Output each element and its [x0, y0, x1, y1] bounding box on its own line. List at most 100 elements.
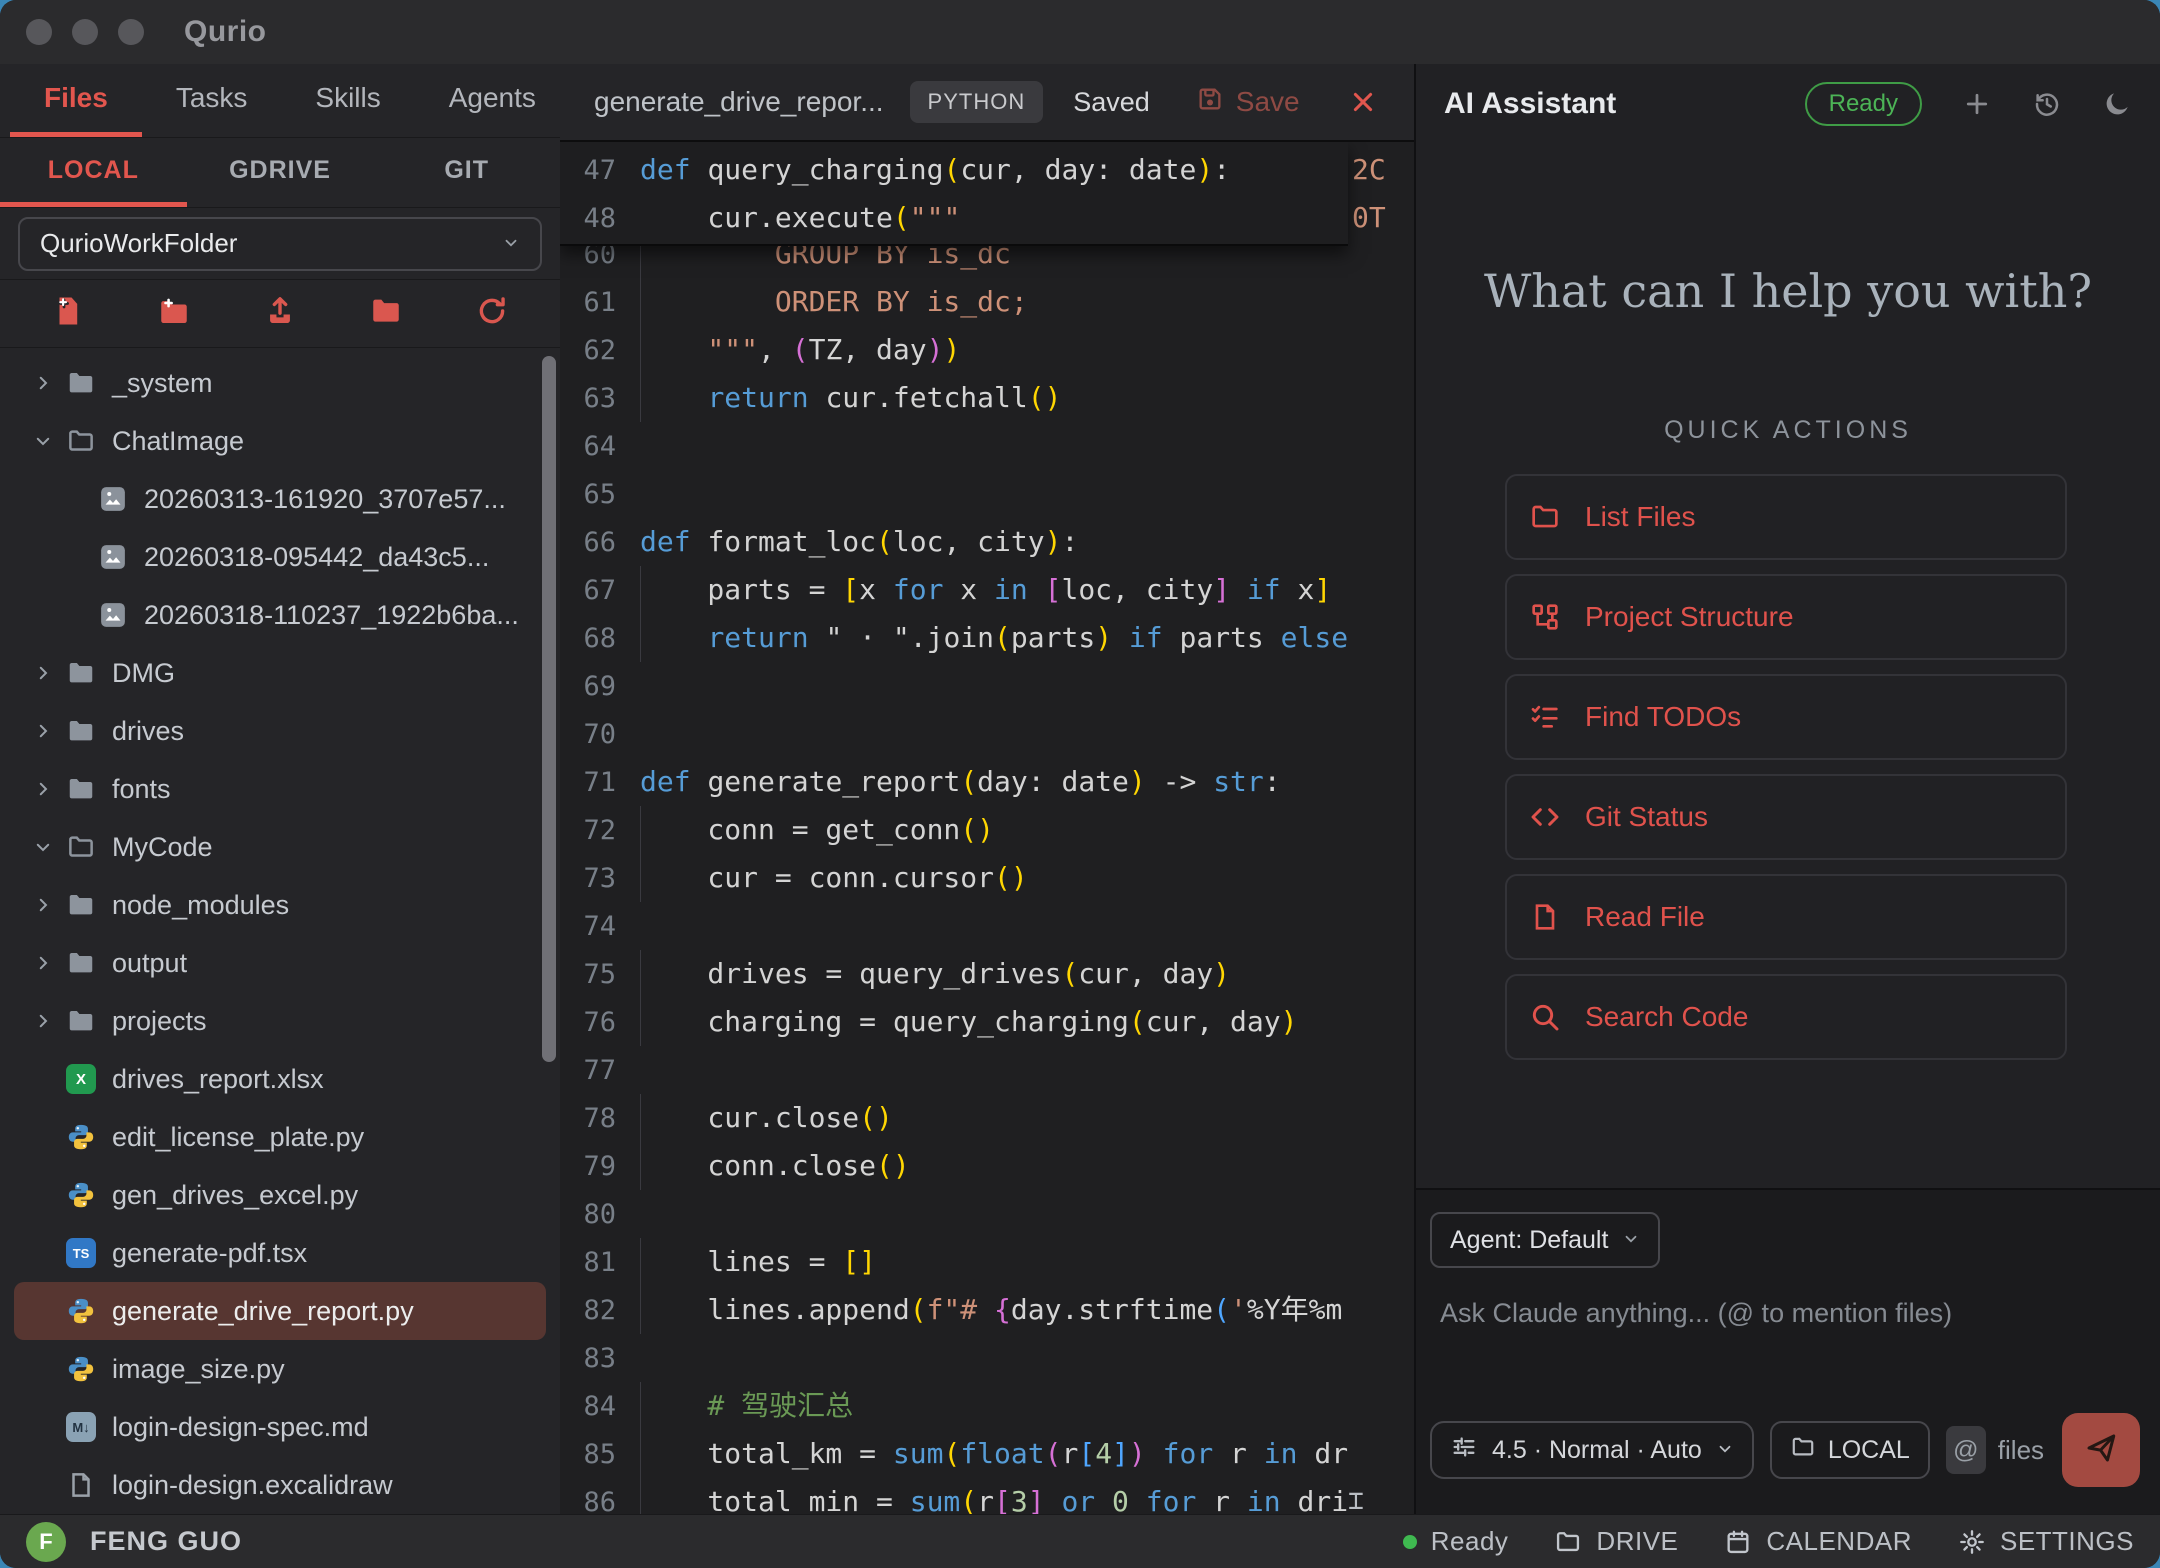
send-button[interactable]: [2062, 1413, 2140, 1487]
tree-folder-drives[interactable]: drives: [14, 702, 546, 760]
folder-select-row: QurioWorkFolder: [0, 208, 560, 280]
upload-button[interactable]: [260, 294, 300, 334]
tree-file-generate-pdf.tsx[interactable]: TSgenerate-pdf.tsx: [14, 1224, 546, 1282]
line-number: 85: [560, 1439, 640, 1470]
editor-pane: generate_drive_repor... PYTHON Saved Sav…: [560, 64, 1414, 1514]
status-bar-right: ReadyDRIVECALENDARSETTINGS: [1403, 1526, 2134, 1557]
model-selector-button[interactable]: 4.5 · Normal · Auto: [1430, 1421, 1754, 1479]
folder-icon: [1790, 1434, 1816, 1467]
source-tab-git[interactable]: GIT: [373, 138, 560, 207]
save-button[interactable]: Save: [1196, 85, 1300, 120]
qa-todos-icon: [1529, 701, 1561, 733]
tree-folder-_system[interactable]: _system: [14, 354, 546, 412]
folder-open-icon: [64, 830, 98, 864]
code-line-81: 81 lines = []: [560, 1238, 1414, 1286]
code-line-65: 65: [560, 470, 1414, 518]
qa-file-icon: [1529, 901, 1561, 933]
quick-action-project-structure[interactable]: Project Structure: [1505, 574, 2067, 660]
editor-tab-filename[interactable]: generate_drive_repor...: [594, 86, 884, 118]
quick-action-find-todos[interactable]: Find TODOs: [1505, 674, 2067, 760]
qa-search-icon: [1529, 1001, 1561, 1033]
file-toolbar: [0, 280, 560, 348]
tree-file-20260318-110237_1922b6ba...[interactable]: 20260318-110237_1922b6ba...: [14, 586, 546, 644]
tree-file-generate_drive_report.py[interactable]: generate_drive_report.py: [14, 1282, 546, 1340]
quick-action-list-files[interactable]: List Files: [1505, 474, 2067, 560]
tree-file-login-design.excalidraw[interactable]: login-design.excalidraw: [14, 1456, 546, 1514]
tree-file-gen_drives_excel.py[interactable]: gen_drives_excel.py: [14, 1166, 546, 1224]
line-number: 62: [560, 335, 640, 366]
chevron-down-icon: [502, 228, 520, 259]
tree-item-label: 20260313-161920_3707e57...: [144, 484, 506, 515]
dark-mode-icon[interactable]: [2102, 89, 2132, 119]
new-file-button[interactable]: [48, 294, 88, 334]
minimize-window-button[interactable]: [72, 19, 98, 45]
chevron-down-icon: [26, 432, 60, 450]
quick-action-read-file[interactable]: Read File: [1505, 874, 2067, 960]
refresh-button[interactable]: [472, 294, 512, 334]
tree-folder-projects[interactable]: projects: [14, 992, 546, 1050]
tree-folder-fonts[interactable]: fonts: [14, 760, 546, 818]
avatar[interactable]: F: [26, 1522, 66, 1562]
new-folder-button[interactable]: [154, 294, 194, 334]
tree-folder-node_modules[interactable]: node_modules: [14, 876, 546, 934]
quick-action-search-code[interactable]: Search Code: [1505, 974, 2067, 1060]
python-icon: [64, 1178, 98, 1212]
source-tab-local[interactable]: LOCAL: [0, 138, 187, 207]
source-tabs: LOCALGDRIVEGIT: [0, 138, 560, 208]
new-chat-button[interactable]: [1962, 89, 1992, 119]
tree-item-label: drives: [112, 716, 184, 747]
history-icon[interactable]: [2032, 89, 2062, 119]
quick-action-label: List Files: [1585, 501, 1695, 533]
context-source-button[interactable]: LOCAL: [1770, 1421, 1930, 1479]
workfolder-select[interactable]: QurioWorkFolder: [18, 217, 542, 271]
tree-folder-MyCode[interactable]: MyCode: [14, 818, 546, 876]
mention-chip[interactable]: @: [1946, 1426, 1986, 1474]
tree-item-label: DMG: [112, 658, 175, 689]
chat-input[interactable]: Ask Claude anything... (@ to mention fil…: [1440, 1298, 1952, 1329]
tree-file-image_size.py[interactable]: image_size.py: [14, 1340, 546, 1398]
code-line-63: 63 return cur.fetchall(): [560, 374, 1414, 422]
code-line-68: 68 return " · ".join(parts) if parts els…: [560, 614, 1414, 662]
folder-filled-icon: [64, 714, 98, 748]
quick-action-git-status[interactable]: Git Status: [1505, 774, 2067, 860]
tab-tasks[interactable]: Tasks: [142, 64, 282, 137]
tree-folder-ChatImage[interactable]: ChatImage: [14, 412, 546, 470]
close-tab-icon[interactable]: [1350, 89, 1376, 115]
floppy-icon: [1196, 85, 1224, 120]
drive-button[interactable]: DRIVE: [1554, 1526, 1678, 1557]
tree-folder-output[interactable]: output: [14, 934, 546, 992]
quick-action-label: Read File: [1585, 901, 1705, 933]
tree-item-label: login-design-spec.md: [112, 1412, 369, 1443]
workfolder-value: QurioWorkFolder: [40, 228, 237, 259]
calendar-icon: [1724, 1528, 1752, 1556]
editor-tab-bar: generate_drive_repor... PYTHON Saved Sav…: [560, 64, 1414, 142]
tree-file-edit_license_plate.py[interactable]: edit_license_plate.py: [14, 1108, 546, 1166]
chevron-right-icon: [26, 896, 60, 914]
source-tab-gdrive[interactable]: GDRIVE: [187, 138, 374, 207]
folder-filled-icon: [64, 1004, 98, 1038]
code-editor[interactable]: 60 GROUP BY is_dc61 ORDER BY is_dc;62 ""…: [560, 142, 1414, 1514]
close-window-button[interactable]: [26, 19, 52, 45]
tree-folder-DMG[interactable]: DMG: [14, 644, 546, 702]
calendar-button[interactable]: CALENDAR: [1724, 1526, 1912, 1557]
save-status: Saved: [1073, 87, 1150, 118]
settings-button[interactable]: SETTINGS: [1958, 1526, 2134, 1557]
tree-item-label: generate_drive_report.py: [112, 1296, 414, 1327]
tree-file-drives_report.xlsx[interactable]: Xdrives_report.xlsx: [14, 1050, 546, 1108]
line-number: 78: [560, 1103, 640, 1134]
maximize-window-button[interactable]: [118, 19, 144, 45]
code-line-80: 80: [560, 1190, 1414, 1238]
code-line-62: 62 """, (TZ, day)): [560, 326, 1414, 374]
tree-file-20260318-095442_da43c5...[interactable]: 20260318-095442_da43c5...: [14, 528, 546, 586]
open-folder-button[interactable]: [366, 294, 406, 334]
tab-files[interactable]: Files: [10, 64, 142, 137]
agent-select-button[interactable]: Agent: Default: [1430, 1212, 1660, 1268]
tree-file-login-design-spec.md[interactable]: M↓login-design-spec.md: [14, 1398, 546, 1456]
tree-file-20260313-161920_3707e57...[interactable]: 20260313-161920_3707e57...: [14, 470, 546, 528]
line-number: 79: [560, 1151, 640, 1182]
tree-scrollbar[interactable]: [542, 356, 556, 1062]
tab-agents[interactable]: Agents: [415, 64, 570, 137]
code-line-66: 66def format_loc(loc, city):: [560, 518, 1414, 566]
tab-skills[interactable]: Skills: [281, 64, 414, 137]
quick-action-label: Project Structure: [1585, 601, 1794, 633]
